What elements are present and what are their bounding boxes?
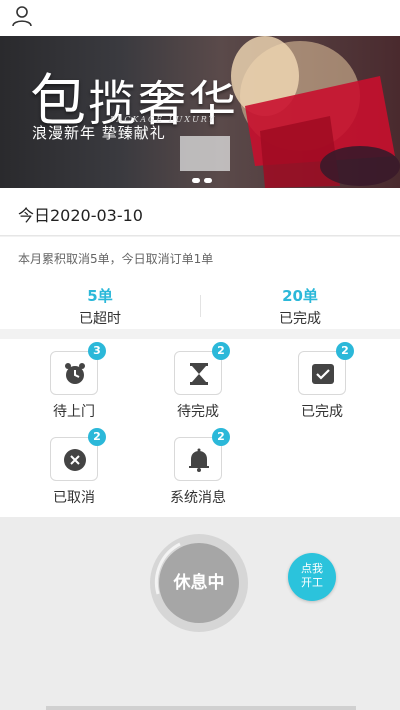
banner-pagination — [192, 178, 220, 184]
tile-label: 待上门 — [53, 404, 95, 420]
badge-count: 2 — [88, 428, 106, 446]
tile-label: 已取消 — [53, 490, 95, 506]
top-bar — [0, 0, 400, 36]
badge-count: 2 — [336, 342, 354, 360]
date-row: 今日2020-03-10 — [0, 188, 400, 236]
banner-subtitle: 浪漫新年 挚臻献礼 — [32, 124, 166, 142]
bell-icon — [189, 448, 209, 472]
stat-timeout-value: 5单 — [87, 287, 113, 305]
stat-timeout-label: 已超时 — [79, 311, 121, 327]
start-work-label-line1: 点我 — [301, 562, 323, 575]
stat-completed-value: 20单 — [282, 287, 318, 305]
badge-count: 2 — [212, 428, 230, 446]
stat-timeout[interactable]: 5单 已超时 — [0, 285, 200, 328]
tile-pending-complete[interactable]: 2 待完成 — [148, 339, 248, 420]
badge-count: 3 — [88, 342, 106, 360]
rest-progress-arc — [154, 542, 181, 595]
check-box-icon — [312, 364, 334, 384]
tile-label: 已完成 — [301, 404, 343, 420]
stat-completed-label: 已完成 — [279, 311, 321, 327]
order-summary: 本月累积取消5单，今日取消订单1单 5单 已超时 20单 已完成 — [0, 237, 400, 329]
today-date: 今日2020-03-10 — [18, 206, 143, 225]
badge-count: 2 — [212, 342, 230, 360]
tile-completed[interactable]: 2 已完成 — [272, 339, 372, 420]
order-category-grid: 3 待上门 2 待完成 2 已完成 2 已取消 2 系统消息 — [0, 339, 400, 517]
promo-banner[interactable]: 包揽奢华 PACKAGE LUXURY 浪漫新年 挚臻献礼 — [0, 36, 400, 188]
bottom-indicator — [46, 706, 356, 710]
work-status-panel: 休息中 点我 开工 — [0, 517, 400, 710]
user-icon[interactable] — [10, 4, 34, 28]
alarm-clock-icon — [65, 363, 85, 384]
hourglass-icon — [190, 363, 208, 385]
start-work-label-line2: 开工 — [301, 576, 323, 589]
tile-label: 系统消息 — [170, 490, 226, 506]
tile-label: 待完成 — [177, 404, 219, 420]
stat-completed[interactable]: 20单 已完成 — [200, 285, 400, 328]
tile-cancelled[interactable]: 2 已取消 — [24, 425, 124, 506]
cancel-circle-icon — [64, 449, 86, 471]
banner-dot[interactable] — [192, 178, 200, 183]
cancel-summary-text: 本月累积取消5单，今日取消订单1单 — [18, 252, 214, 266]
tile-pending-visit[interactable]: 3 待上门 — [24, 339, 124, 420]
start-work-button[interactable]: 点我 开工 — [288, 553, 336, 601]
tile-system-messages[interactable]: 2 系统消息 — [148, 425, 248, 506]
banner-dot[interactable] — [204, 178, 212, 183]
